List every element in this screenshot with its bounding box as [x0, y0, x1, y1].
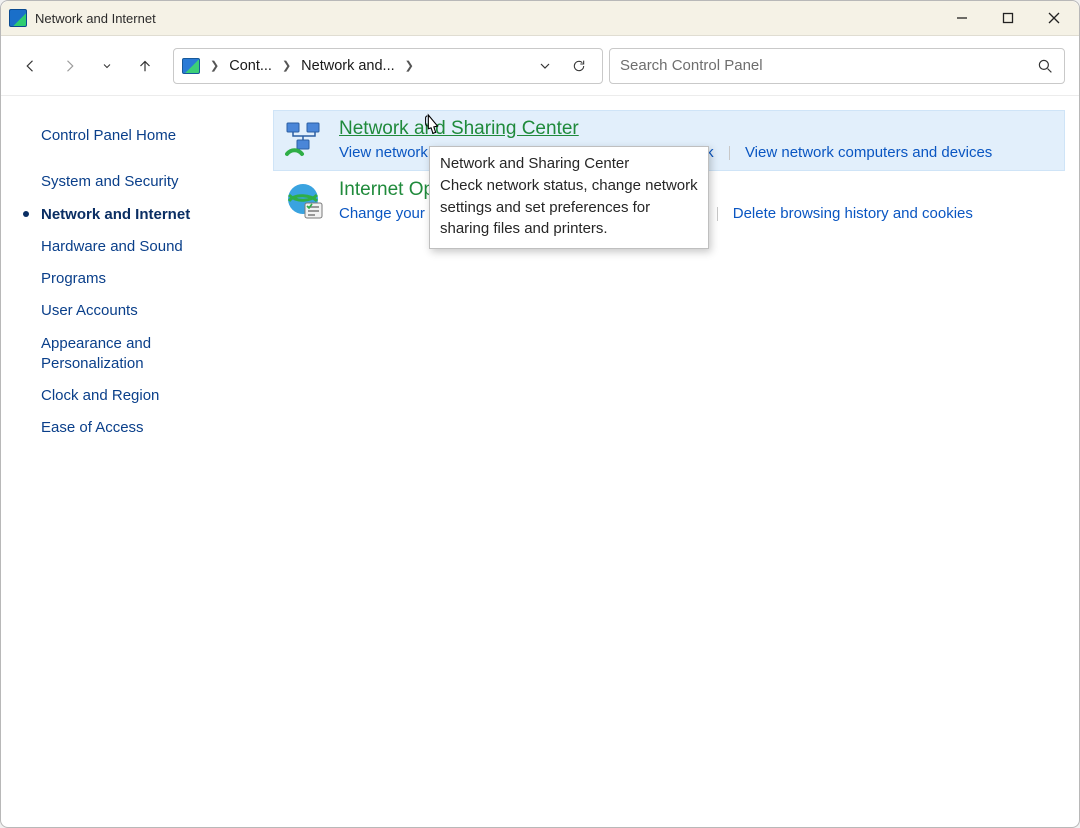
maximize-button[interactable] [985, 2, 1031, 35]
close-button[interactable] [1031, 2, 1077, 35]
control-panel-window: Network and Internet ❯ Cont... ❯ [0, 0, 1080, 828]
search-input[interactable] [620, 57, 1036, 74]
address-dropdown-button[interactable] [530, 58, 560, 74]
link-delete-browsing-history[interactable]: Delete browsing history and cookies [733, 205, 973, 222]
sidebar-item-network-and-internet[interactable]: Network and Internet [41, 199, 253, 231]
titlebar: Network and Internet [1, 1, 1079, 36]
search-box[interactable] [609, 48, 1065, 84]
sidebar: Control Panel Home System and Security N… [1, 96, 273, 827]
breadcrumb-separator[interactable]: ❯ [206, 59, 223, 72]
toolbar: ❯ Cont... ❯ Network and... ❯ [1, 36, 1079, 96]
arrow-right-icon [60, 57, 78, 75]
sidebar-item-programs[interactable]: Programs [41, 263, 253, 295]
recent-locations-button[interactable] [91, 50, 123, 82]
internet-options-icon [285, 181, 325, 221]
sidebar-item-ease-of-access[interactable]: Ease of Access [41, 412, 253, 444]
sidebar-control-panel-home[interactable]: Control Panel Home [41, 120, 253, 152]
main-area: Control Panel Home System and Security N… [1, 96, 1079, 827]
chevron-down-icon [101, 60, 113, 72]
refresh-button[interactable] [564, 58, 594, 74]
tooltip: Network and Sharing Center Check network… [429, 146, 709, 249]
link-network-and-sharing-center[interactable]: Network and Sharing Center [339, 118, 579, 140]
forward-button[interactable] [53, 50, 85, 82]
breadcrumb-separator[interactable]: ❯ [401, 59, 418, 72]
content-area: Network and Sharing Center View network … [273, 96, 1079, 827]
chevron-down-icon [537, 58, 553, 74]
breadcrumb-control-panel[interactable]: Cont... [227, 54, 274, 78]
window-title: Network and Internet [35, 11, 156, 26]
sidebar-item-user-accounts[interactable]: User Accounts [41, 295, 253, 327]
search-icon [1036, 57, 1054, 75]
minimize-icon [955, 11, 969, 25]
maximize-icon [1001, 11, 1015, 25]
link-divider [717, 207, 718, 221]
sidebar-item-clock-and-region[interactable]: Clock and Region [41, 380, 253, 412]
control-panel-app-icon [9, 9, 27, 27]
link-view-network-computers[interactable]: View network computers and devices [745, 144, 992, 161]
arrow-left-icon [22, 57, 40, 75]
minimize-button[interactable] [939, 2, 985, 35]
breadcrumb-network-and-internet[interactable]: Network and... [299, 54, 397, 78]
link-divider [729, 146, 730, 160]
sidebar-item-system-and-security[interactable]: System and Security [41, 166, 253, 198]
sidebar-item-hardware-and-sound[interactable]: Hardware and Sound [41, 231, 253, 263]
tooltip-body: Check network status, change network set… [440, 175, 698, 240]
control-panel-icon [182, 58, 200, 74]
tooltip-title: Network and Sharing Center [440, 153, 698, 175]
close-icon [1047, 11, 1061, 25]
up-button[interactable] [129, 50, 161, 82]
back-button[interactable] [15, 50, 47, 82]
arrow-up-icon [136, 57, 154, 75]
refresh-icon [571, 58, 587, 74]
network-sharing-center-icon [285, 120, 325, 160]
address-bar[interactable]: ❯ Cont... ❯ Network and... ❯ [173, 48, 603, 84]
sidebar-item-appearance-and-personalization[interactable]: Appearance and Personalization [41, 328, 253, 381]
breadcrumb-separator[interactable]: ❯ [278, 59, 295, 72]
